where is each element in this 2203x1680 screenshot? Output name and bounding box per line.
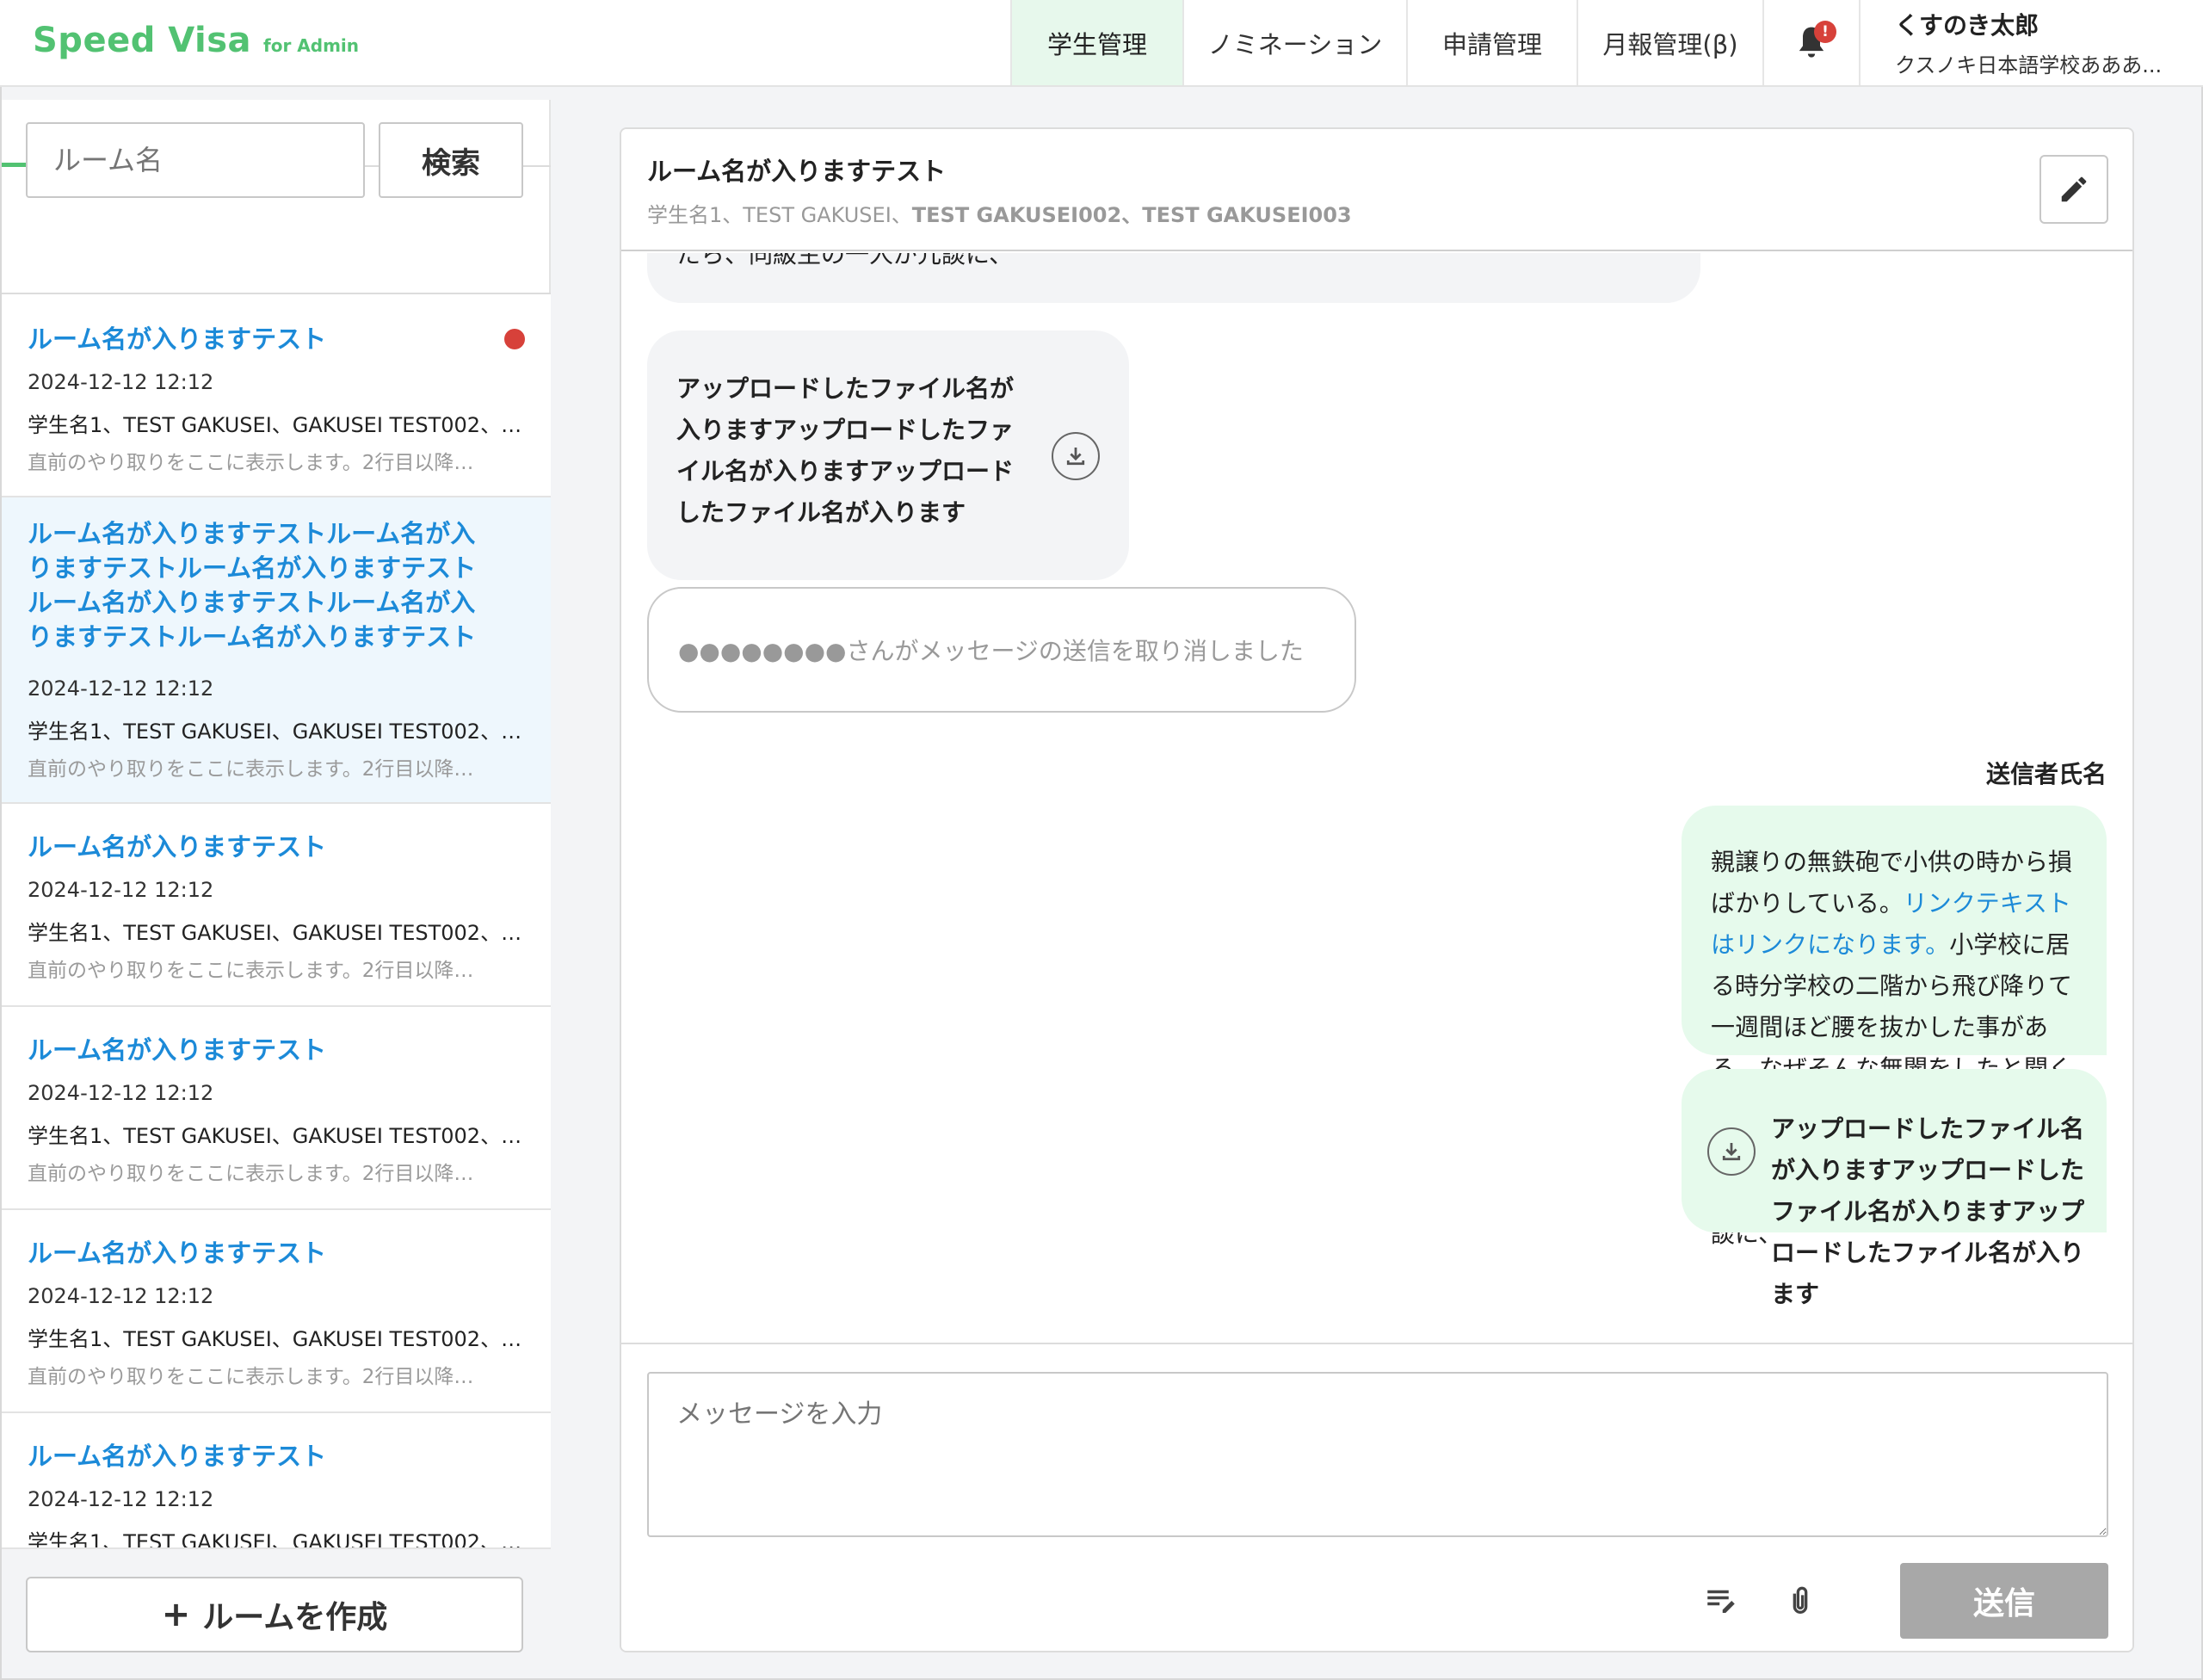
room-last-message: 直前のやり取りをここに表示します。2行目以降…	[28, 452, 474, 474]
download-icon[interactable]	[1707, 1127, 1756, 1176]
edit-room-button[interactable]	[2039, 155, 2108, 224]
nav-nomination[interactable]: ノミネーション	[1182, 0, 1406, 85]
file-bubble-left[interactable]: アップロードしたファイル名が入りますアップロードしたファイル名が入りますアップロ…	[647, 330, 1129, 580]
room-date: 2024-12-12 12:12	[28, 1487, 214, 1511]
plus-icon: +	[161, 1595, 191, 1634]
app-logo[interactable]: Speed Visa for Admin	[33, 21, 359, 64]
file-name: アップロードしたファイル名が入りますアップロードしたファイル名が入りますアップロ…	[1771, 1115, 2085, 1308]
room-date: 2024-12-12 12:12	[28, 676, 214, 701]
room-title: ルーム名が入りますテストルーム名が入りますテストルーム名が入りますテストルーム名…	[28, 519, 477, 652]
template-button[interactable]	[1697, 1577, 1745, 1625]
notification-button[interactable]: !	[1762, 0, 1859, 85]
room-list-item[interactable]: ルーム名が入りますテスト 2024-12-12 12:12 学生名1、TEST …	[2, 804, 551, 1007]
unread-indicator	[504, 329, 525, 349]
send-button[interactable]: 送信	[1900, 1563, 2108, 1639]
nav-application-management[interactable]: 申請管理	[1406, 0, 1577, 85]
notification-badge: !	[1814, 21, 1836, 43]
room-members: 学生名1、TEST GAKUSEI、GAKUSEI TEST002、…	[28, 413, 522, 437]
message-input[interactable]	[647, 1372, 2108, 1537]
room-search-input[interactable]	[26, 122, 365, 198]
template-edit-icon	[1707, 1590, 1735, 1613]
user-school: クスノキ日本語学校あああ...	[1895, 53, 2163, 77]
user-menu[interactable]: くすのき太郎 クスノキ日本語学校あああ...	[1859, 0, 2201, 85]
attach-button[interactable]	[1776, 1577, 1824, 1625]
logo-text: Speed Visa	[33, 21, 252, 60]
room-members: 学生名1、TEST GAKUSEI、GAKUSEI TEST002、…	[28, 720, 522, 744]
room-title: ルーム名が入りますテスト	[28, 1035, 327, 1065]
file-name: アップロードしたファイル名が入りますアップロードしたファイル名が入りますアップロ…	[676, 374, 1015, 527]
members-plain: 学生名1、TEST GAKUSEI、	[647, 203, 912, 227]
room-title: ルーム名が入りますテスト	[28, 832, 327, 862]
message-list[interactable]: たら、同級生の一人が冗談に、 アップロードしたファイル名が入りますアップロードし…	[621, 253, 2132, 1470]
chat-panel: ルーム名が入りますテスト 学生名1、TEST GAKUSEI、TEST GAKU…	[620, 127, 2134, 1652]
chat-header: ルーム名が入りますテスト 学生名1、TEST GAKUSEI、TEST GAKU…	[621, 129, 2132, 251]
compose-area: 送信	[621, 1343, 2132, 1651]
room-title: ルーム名が入りますテスト	[28, 324, 327, 354]
room-date: 2024-12-12 12:12	[28, 878, 214, 902]
room-members: 学生名1、TEST GAKUSEI、GAKUSEI TEST002、…	[28, 921, 522, 945]
create-room-button[interactable]: + ルームを作成	[26, 1577, 523, 1652]
chat-room-title: ルーム名が入りますテスト	[647, 157, 947, 186]
room-last-message: 直前のやり取りをここに表示します。2行目以降…	[28, 758, 474, 781]
room-members: 学生名1、TEST GAKUSEI、GAKUSEI TEST002、…	[28, 1124, 522, 1148]
room-last-message: 直前のやり取りをここに表示します。2行目以降…	[28, 960, 474, 982]
room-list-item[interactable]: ルーム名が入りますテスト 2024-12-12 12:12 学生名1、TEST …	[2, 1007, 551, 1210]
user-name: くすのき太郎	[1895, 11, 2039, 40]
message-bubble-right: 親譲りの無鉄砲で小供の時から損ばかりしている。リンクテキストはリンクになります。…	[1682, 806, 2107, 1248]
file-bubble-right[interactable]: アップロードしたファイル名が入りますアップロードしたファイル名が入りますアップロ…	[1682, 1069, 2107, 1308]
room-title: ルーム名が入りますテスト	[28, 1442, 327, 1471]
message-bubble-left: たら、同級生の一人が冗談に、	[647, 253, 1700, 303]
search-button[interactable]: 検索	[379, 122, 523, 198]
logo-subtext: for Admin	[263, 35, 360, 56]
paperclip-icon	[1793, 1586, 1808, 1614]
room-date: 2024-12-12 12:12	[28, 1081, 214, 1105]
room-last-message: 直前のやり取りをここに表示します。2行目以降…	[28, 1366, 474, 1388]
room-sidebar: 所属するルーム すべて ルーム名が入りますテスト 2024-12-12 12:1…	[2, 100, 551, 1678]
chat-room-members: 学生名1、TEST GAKUSEI、TEST GAKUSEI002、TEST G…	[647, 198, 1352, 228]
create-room-label: ルームを作成	[202, 1600, 388, 1635]
room-members: 学生名1、TEST GAKUSEI、GAKUSEI TEST002、…	[28, 1530, 522, 1547]
nav-student-management[interactable]: 学生管理	[1010, 0, 1182, 85]
recalled-message-notice: ●●●●●●●●さんがメッセージの送信を取り消しました	[647, 587, 1356, 713]
message-text: たら、同級生の一人が冗談に、	[676, 253, 1014, 269]
room-date: 2024-12-12 12:12	[28, 370, 214, 394]
room-date: 2024-12-12 12:12	[28, 1284, 214, 1308]
members-bold: TEST GAKUSEI002、TEST GAKUSEI003	[911, 203, 1352, 227]
room-list-item[interactable]: ルーム名が入りますテスト 2024-12-12 12:12 学生名1、TEST …	[2, 1210, 551, 1413]
room-list-item[interactable]: ルーム名が入りますテスト 2024-12-12 12:12 学生名1、TEST …	[2, 294, 551, 497]
room-members: 学生名1、TEST GAKUSEI、GAKUSEI TEST002、…	[28, 1327, 522, 1351]
room-list-item[interactable]: ルーム名が入りますテスト 2024-12-12 12:12 学生名1、TEST …	[2, 1413, 551, 1547]
room-list-item-selected[interactable]: ルーム名が入りますテストルーム名が入りますテストルーム名が入りますテストルーム名…	[2, 497, 551, 804]
nav-monthly-report[interactable]: 月報管理(β)	[1577, 0, 1762, 85]
pencil-icon	[2061, 176, 2087, 202]
top-header: Speed Visa for Admin 学生管理 ノミネーション 申請管理 月…	[0, 0, 2203, 87]
download-icon[interactable]	[1052, 432, 1100, 480]
sender-name: 送信者氏名	[1985, 760, 2107, 788]
room-last-message: 直前のやり取りをここに表示します。2行目以降…	[28, 1163, 474, 1185]
room-title: ルーム名が入りますテスト	[28, 1238, 327, 1268]
